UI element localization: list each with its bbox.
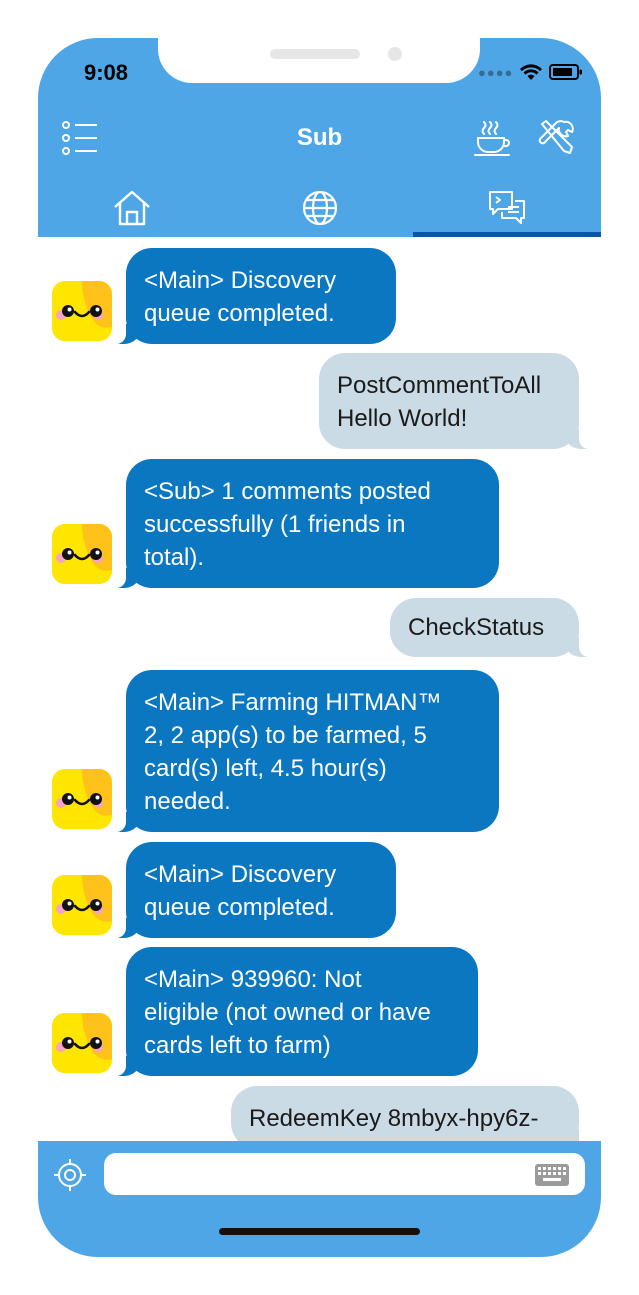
coffee-icon[interactable] — [470, 116, 514, 160]
message-bubble: <Sub> 1 comments posted successfully (1 … — [114, 459, 499, 588]
wifi-icon — [520, 64, 543, 80]
message-bubble: PostCommentToAll Hello World! — [319, 353, 591, 449]
bot-avatar — [52, 524, 112, 584]
input-bar — [38, 1141, 601, 1257]
chat-message: <Main> Discovery queue completed. — [114, 248, 396, 344]
status-time: 9:08 — [84, 60, 129, 85]
phone-frame: 9:08 ●●●● Sub <Main> Discovery queue com… — [38, 38, 601, 1257]
app-header: 9:08 ●●●● Sub — [38, 38, 601, 237]
speaker — [270, 49, 360, 59]
home-indicator[interactable] — [219, 1228, 420, 1235]
bot-avatar — [52, 281, 112, 341]
chat-message: <Main> Farming HITMAN™ 2, 2 app(s) to be… — [114, 670, 499, 832]
message-bubble: CheckStatus — [390, 598, 591, 657]
notch — [158, 38, 480, 83]
bot-avatar — [52, 875, 112, 935]
tab-console[interactable] — [413, 178, 601, 237]
page-title: Sub — [296, 124, 343, 151]
status-icons: ●●●● — [478, 62, 583, 82]
message-input[interactable] — [104, 1153, 585, 1195]
chat-log[interactable]: <Main> Discovery queue completed. PostCo… — [38, 237, 601, 1141]
battery-icon — [549, 64, 583, 80]
chat-message: <Main> 939960: Not eligible (not owned o… — [114, 947, 478, 1076]
tab-bar — [38, 178, 601, 237]
keyboard-icon[interactable] — [533, 1163, 571, 1187]
signal-icon: ●●●● — [478, 64, 514, 80]
home-icon — [114, 190, 150, 225]
chat-message: RedeemKey 8mbyx-hpy6z- — [231, 1086, 591, 1141]
chat-message: <Main> Discovery queue completed. — [114, 842, 396, 938]
tab-home[interactable] — [38, 178, 226, 237]
message-bubble: <Main> 939960: Not eligible (not owned o… — [114, 947, 478, 1076]
message-bubble: <Main> Discovery queue completed. — [114, 248, 396, 344]
message-bubble: RedeemKey 8mbyx-hpy6z- — [231, 1086, 591, 1141]
camera — [388, 47, 402, 61]
globe-icon — [302, 190, 337, 225]
message-bubble: <Main> Farming HITMAN™ 2, 2 app(s) to be… — [114, 670, 499, 832]
crosshair-icon[interactable] — [52, 1157, 88, 1193]
chat-message: CheckStatus — [390, 598, 591, 657]
tab-globe[interactable] — [226, 178, 414, 237]
chat-message: PostCommentToAll Hello World! — [319, 353, 591, 449]
chat-message: <Sub> 1 comments posted successfully (1 … — [114, 459, 499, 588]
console-chat-icon — [489, 190, 526, 224]
bot-avatar — [52, 769, 112, 829]
message-bubble: <Main> Discovery queue completed. — [114, 842, 396, 938]
tools-icon[interactable] — [536, 116, 580, 160]
bot-avatar — [52, 1013, 112, 1073]
